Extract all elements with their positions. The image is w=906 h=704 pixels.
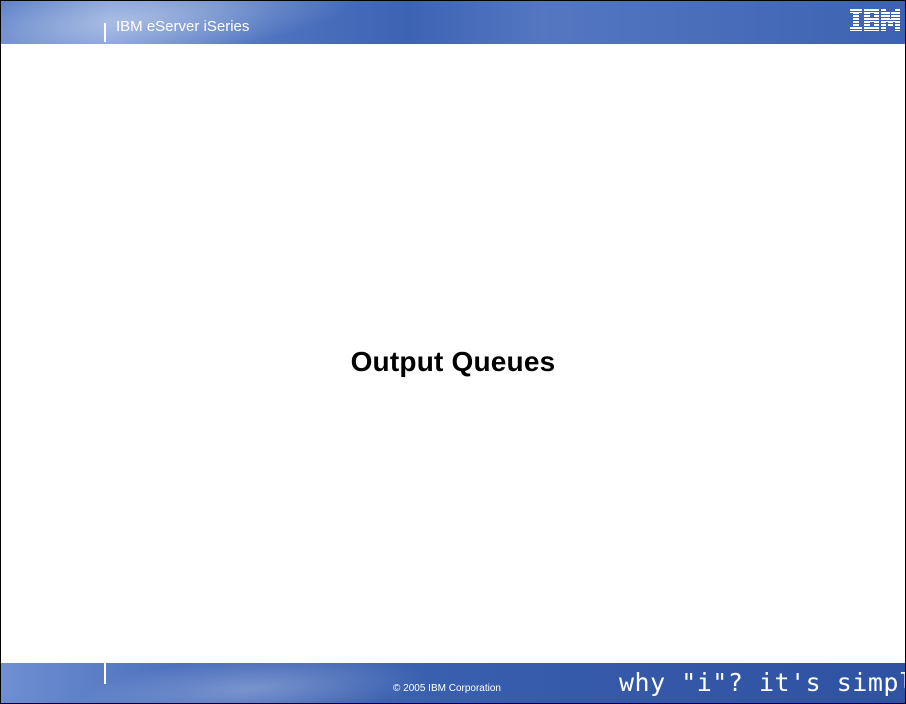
ibm-logo-icon xyxy=(850,9,900,31)
slide: IBM eServer iSeries Output Queues © 2005… xyxy=(0,0,906,704)
header-title: IBM eServer iSeries xyxy=(116,18,250,35)
footer-sweep-decoration xyxy=(59,663,443,703)
footer-divider xyxy=(104,663,106,684)
header-divider xyxy=(104,23,106,42)
header-band: IBM eServer iSeries xyxy=(1,1,905,44)
footer-band: © 2005 IBM Corporation why "i"? it's sim… xyxy=(1,663,905,703)
copyright-text: © 2005 IBM Corporation xyxy=(393,683,501,694)
slide-title: Output Queues xyxy=(350,346,556,377)
tagline-text: why "i"? it's simple. xyxy=(619,668,905,697)
